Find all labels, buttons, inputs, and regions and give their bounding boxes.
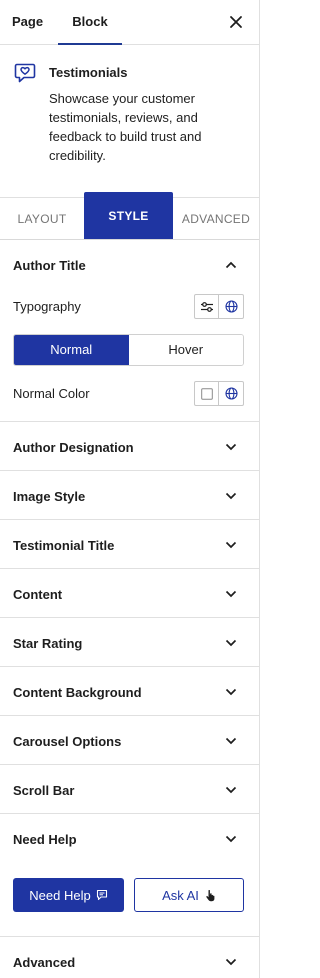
chevron-down-icon[interactable] <box>225 786 237 794</box>
need-help-button[interactable]: Need Help <box>13 878 124 912</box>
section-content[interactable]: Content <box>13 587 62 602</box>
section-star-rating[interactable]: Star Rating <box>13 636 82 651</box>
sliders-icon <box>200 301 213 312</box>
chevron-up-icon[interactable] <box>225 261 237 269</box>
divider <box>0 715 259 716</box>
divider <box>0 470 259 471</box>
typography-settings-button[interactable] <box>195 295 219 318</box>
chevron-down-icon[interactable] <box>225 541 237 549</box>
section-testimonial-title[interactable]: Testimonial Title <box>13 538 114 553</box>
block-card: Testimonials Showcase your customer test… <box>0 45 259 198</box>
section-content-background[interactable]: Content Background <box>13 685 142 700</box>
ask-ai-button[interactable]: Ask AI <box>134 878 244 912</box>
chevron-down-icon[interactable] <box>225 688 237 696</box>
normal-color-controls <box>194 381 244 406</box>
divider <box>0 617 259 618</box>
section-scroll-bar[interactable]: Scroll Bar <box>13 783 74 798</box>
tab-layout[interactable]: LAYOUT <box>0 198 84 239</box>
chevron-down-icon[interactable] <box>225 443 237 451</box>
tab-block[interactable]: Block <box>58 0 122 45</box>
section-author-title-heading[interactable]: Author Title <box>13 258 86 273</box>
chevron-down-icon[interactable] <box>225 958 237 966</box>
chat-icon <box>96 889 107 901</box>
chevron-down-icon[interactable] <box>225 492 237 500</box>
divider <box>0 519 259 520</box>
divider <box>0 813 259 814</box>
normal-color-label: Normal Color <box>13 386 90 401</box>
chevron-down-icon[interactable] <box>225 639 237 647</box>
globe-icon <box>224 300 238 313</box>
block-description: Showcase your customer testimonials, rev… <box>49 91 202 163</box>
divider <box>0 421 259 422</box>
chevron-down-icon[interactable] <box>225 835 237 843</box>
inspector-tabs: Page Block <box>0 0 259 45</box>
tab-advanced[interactable]: ADVANCED <box>173 198 259 239</box>
state-normal-button[interactable]: Normal <box>14 335 129 365</box>
state-hover-button[interactable]: Hover <box>128 335 243 365</box>
testimonial-heart-icon <box>14 63 36 83</box>
ask-ai-label: Ask AI <box>162 887 199 903</box>
color-swatch-button[interactable] <box>195 382 219 405</box>
typography-controls <box>194 294 244 319</box>
divider <box>0 764 259 765</box>
section-need-help[interactable]: Need Help <box>13 832 77 847</box>
block-inspector-panel: Page Block Testimonials Showcase your cu… <box>0 0 260 978</box>
section-image-style[interactable]: Image Style <box>13 489 85 504</box>
block-title: Testimonials <box>49 65 128 80</box>
divider <box>0 936 259 937</box>
typography-global-button[interactable] <box>219 295 243 318</box>
chevron-down-icon[interactable] <box>225 590 237 598</box>
color-global-button[interactable] <box>219 382 243 405</box>
section-carousel-options[interactable]: Carousel Options <box>13 734 121 749</box>
section-advanced[interactable]: Advanced <box>13 955 75 970</box>
globe-icon <box>224 387 238 400</box>
state-toggle: Normal Hover <box>13 334 244 366</box>
divider <box>0 666 259 667</box>
divider <box>0 568 259 569</box>
pointer-hand-icon <box>206 889 215 901</box>
settings-tabs: LAYOUT STYLE ADVANCED <box>0 192 259 240</box>
need-help-label: Need Help <box>29 887 91 903</box>
tab-page[interactable]: Page <box>12 0 44 45</box>
close-icon[interactable] <box>227 13 245 31</box>
color-swatch-icon <box>200 387 213 400</box>
tab-style[interactable]: STYLE <box>84 192 173 239</box>
typography-label: Typography <box>13 299 81 314</box>
section-author-designation[interactable]: Author Designation <box>13 440 134 455</box>
chevron-down-icon[interactable] <box>225 737 237 745</box>
